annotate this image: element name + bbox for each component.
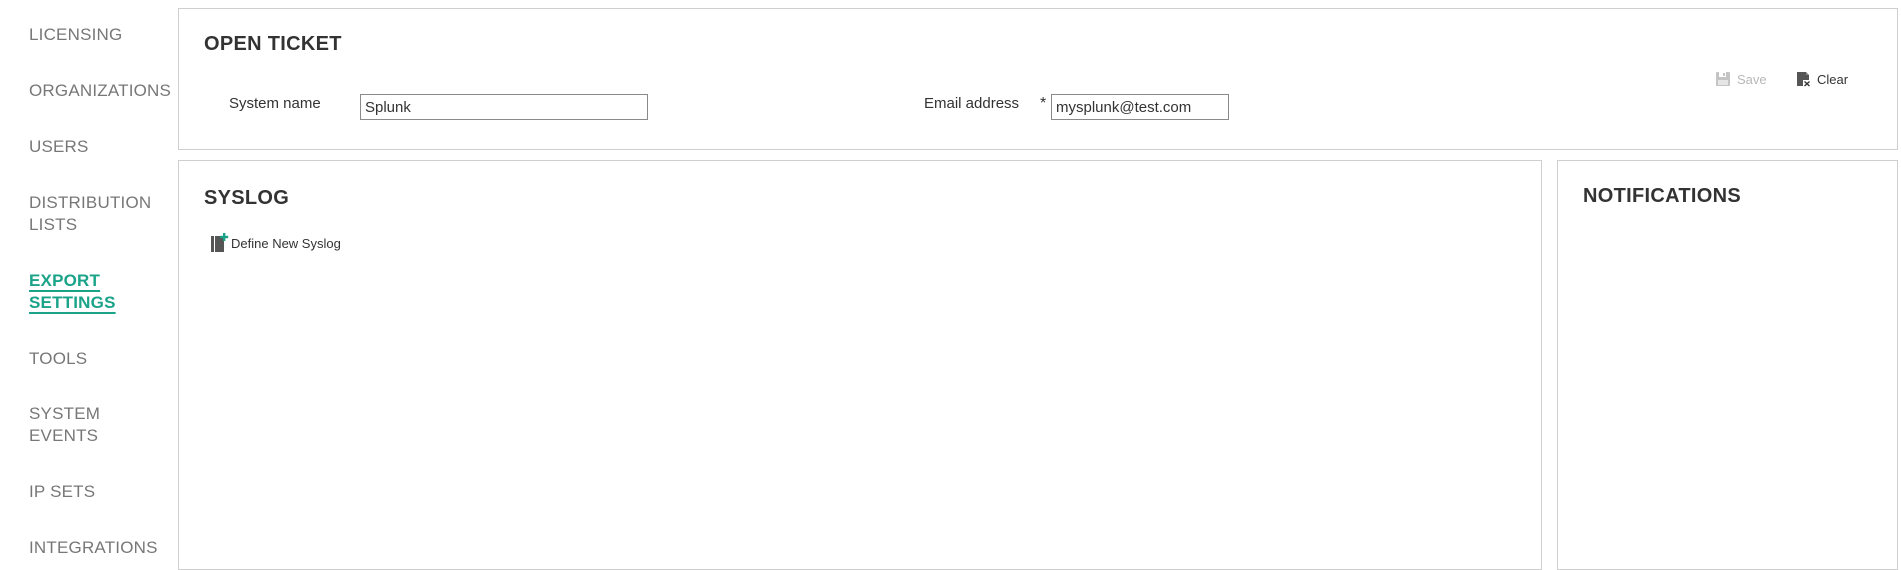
save-button[interactable]: Save [1715,71,1767,87]
panel-title: OPEN TICKET [204,33,342,55]
sidebar-item-label: DISTRIBUTION [29,193,152,212]
define-new-syslog-button[interactable]: Define New Syslog [211,233,341,253]
clear-button[interactable]: Clear [1795,71,1848,87]
sidebar-item-integrations[interactable]: INTEGRATIONS [29,537,158,559]
sidebar-item-ip-sets[interactable]: IP SETS [29,481,95,503]
sidebar-item-licensing[interactable]: LICENSING [29,24,122,46]
clear-label: Clear [1817,71,1849,87]
sidebar-item-tools[interactable]: TOOLS [29,348,87,370]
add-document-icon [211,233,229,253]
required-marker: * [1040,95,1047,112]
sidebar-item-label: SYSTEM [29,404,101,423]
sidebar-item-export-settings[interactable]: EXPORT SETTINGS [29,270,116,314]
email-address-input[interactable] [1051,94,1229,120]
sidebar-item-label-line2: LISTS [29,215,78,234]
clear-icon [1795,71,1811,87]
save-label: Save [1737,71,1767,87]
sidebar-item-label-line2: SETTINGS [29,293,116,312]
sidebar-item-label: EXPORT [29,271,101,290]
system-name-input[interactable] [360,94,648,120]
email-address-label: Email address [924,95,1020,112]
sidebar-item-label: TOOLS [29,349,88,368]
system-name-label: System name [229,95,321,112]
sidebar-item-label: IP SETS [29,482,96,501]
open-ticket-panel: OPEN TICKET System name Email address * … [178,8,1898,150]
sidebar-item-label: USERS [29,137,89,156]
save-icon [1715,71,1731,87]
panel-title: NOTIFICATIONS [1583,185,1741,207]
sidebar-item-users[interactable]: USERS [29,136,89,158]
sidebar-nav: LICENSING ORGANIZATIONS USERS DISTRIBUTI… [0,0,171,564]
sidebar-item-label: ORGANIZATIONS [29,81,172,100]
sidebar-item-organizations[interactable]: ORGANIZATIONS [29,80,171,102]
notifications-panel: NOTIFICATIONS [1557,160,1898,570]
sidebar-item-distribution-lists[interactable]: DISTRIBUTION LISTS [29,192,151,236]
sidebar-item-label: LICENSING [29,25,123,44]
sidebar-item-label: INTEGRATIONS [29,538,158,557]
define-new-syslog-label: Define New Syslog [231,235,341,251]
syslog-panel: SYSLOG Define New Syslog [178,160,1542,570]
sidebar-item-label-line2: EVENTS [29,426,99,445]
sidebar-item-system-events[interactable]: SYSTEM EVENTS [29,403,100,447]
panel-title: SYSLOG [204,187,290,209]
